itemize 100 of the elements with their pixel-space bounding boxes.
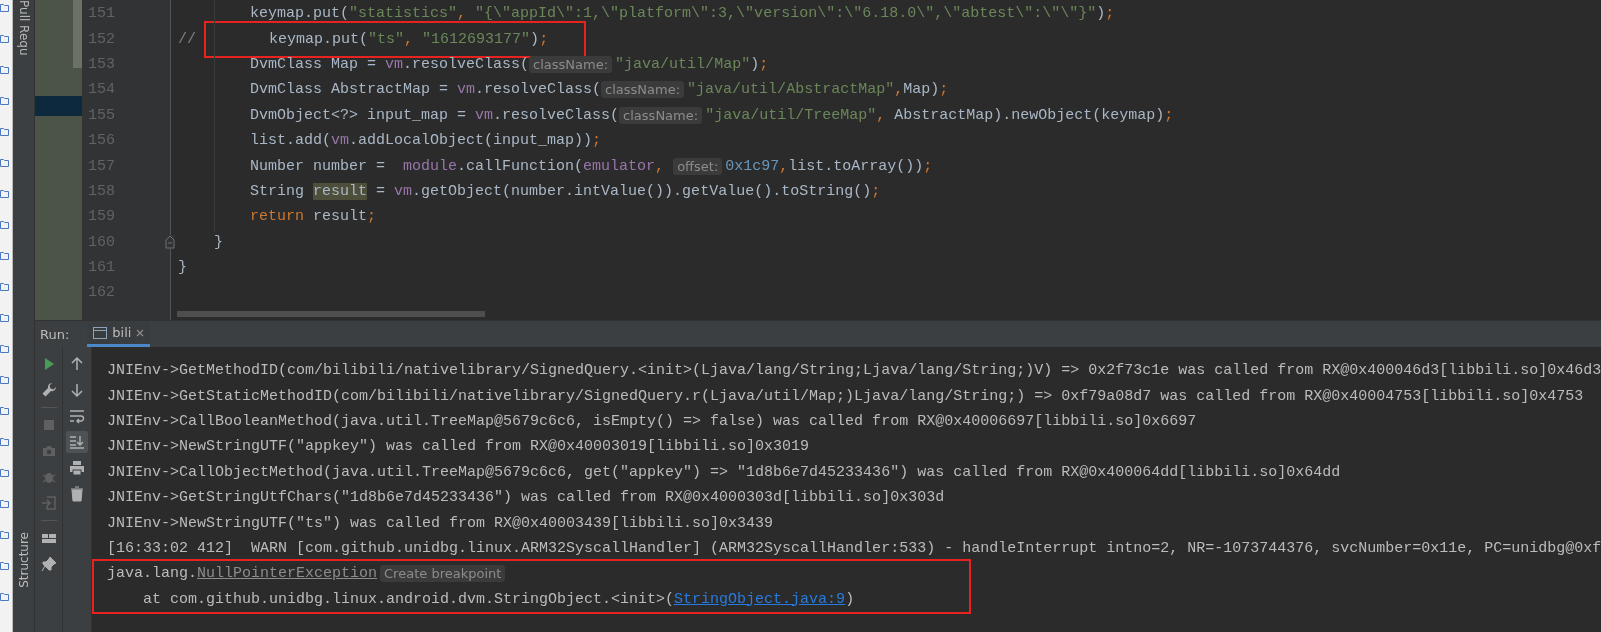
- code-text: DvmClass AbstractMap =: [249, 81, 450, 99]
- folder-icon: [0, 344, 9, 353]
- folder-icon: [0, 592, 9, 601]
- code-text: Number number =: [249, 157, 387, 175]
- code-text: .resolveClass(: [493, 106, 620, 124]
- inlay-hint: className:: [619, 106, 703, 124]
- code-text: [16:33:02 412] WARN [com.github.unidbg.linux.ARM32SyscallHandler] (ARM32SyscallHandler:533) - handleInterrupt intno=2, NR=-1073744376, svcNumber=0x11e, PC=unidbg@0xf: [107, 539, 1601, 557]
- code-text: vm: [331, 132, 350, 150]
- folder-icon: [0, 530, 9, 539]
- code-text: JNIEnv->CallBooleanMethod(java.util.TreeMap@5679c6c6, isEmpty() => false) was called from RX@0x40006697[libbili.so]0x6697: [107, 412, 1197, 430]
- folder-icon: [0, 189, 9, 198]
- string-literal: "statistics": [349, 5, 458, 23]
- inlay-hint[interactable]: Create breakpoint: [380, 565, 506, 583]
- code-text: JNIEnv->GetStaticMethodID(com/bilibili/nativelibrary/SignedQuery.r(Ljava/util/Map;)Ljava/lang/String;) => 0xf79a08d7 was called from RX@0x40004753[libbili.so]0x4753: [107, 387, 1584, 405]
- string-literal: "java/util/Map": [615, 55, 751, 73]
- highlighted-identifier: result: [313, 182, 368, 200]
- fold-marker-icon[interactable]: [165, 235, 175, 250]
- side-tab[interactable]: Pull Requ: [16, 0, 31, 60]
- folder-icon: [0, 468, 9, 477]
- folder-icon: [0, 96, 9, 105]
- folder-icon: [0, 406, 9, 415]
- toolbar-button[interactable]: [66, 431, 88, 453]
- folder-icon: [0, 158, 9, 167]
- wrap-icon: [69, 408, 85, 424]
- code-text: vm: [394, 182, 413, 200]
- code-text: ): [845, 590, 855, 608]
- code-text: list.toArray()): [788, 157, 924, 175]
- exit-icon: [40, 495, 57, 511]
- code-text: vm: [475, 106, 494, 124]
- camera-icon: [40, 443, 57, 459]
- code-text: ): [1096, 5, 1106, 23]
- code-text: ,: [457, 5, 468, 23]
- print-icon: [69, 460, 85, 476]
- code-text: DvmObject<?> input_map =: [249, 106, 468, 124]
- wrench-icon: [40, 382, 57, 398]
- folder-icon: [0, 282, 9, 291]
- pin-icon: [40, 556, 57, 572]
- string-literal: "java/util/TreeMap": [705, 106, 877, 124]
- code-text: ;: [367, 208, 377, 226]
- code-text: ;: [592, 132, 602, 150]
- folder-icon: [0, 561, 9, 570]
- code-text: Map): [903, 81, 940, 99]
- folder-icon: [0, 65, 9, 74]
- code-text: JNIEnv->CallObjectMethod(java.util.TreeMap@5679c6c6, get("appkey") => "1d8b6e7d45233436") was called from RX@0x400064dd[libbili.so]0x64dd: [107, 463, 1341, 481]
- code-text: keymap.put(: [268, 30, 369, 48]
- code-text: ,: [779, 157, 789, 175]
- code-text: result: [313, 208, 368, 226]
- code-text: JNIEnv->NewStringUTF("appkey") was called from RX@0x40003019[libbili.so]0x3019: [107, 438, 810, 456]
- inlay-hint: className:: [529, 55, 613, 73]
- console-icon: [93, 326, 108, 339]
- folder-icon: [0, 34, 9, 43]
- folder-icon: [0, 251, 9, 260]
- down-icon: [69, 382, 85, 398]
- code-text: ;: [759, 55, 769, 73]
- code-text: java.lang.: [107, 565, 197, 583]
- code-text: ,: [876, 106, 887, 124]
- code-text: ,: [655, 157, 666, 175]
- code-text: ;: [1164, 106, 1174, 124]
- scroll-to-end-icon: [69, 434, 85, 450]
- string-literal: "1612693177": [422, 30, 531, 48]
- code-text: }: [213, 233, 223, 251]
- folder-icon: [0, 127, 9, 136]
- code-text: ;: [871, 182, 881, 200]
- number-literal: 0x1c97: [725, 157, 780, 175]
- panel-title: Run:: [39, 326, 70, 342]
- exception-link[interactable]: NullPointerException: [197, 565, 378, 583]
- code-text: .callFunction(: [457, 157, 584, 175]
- code-text: DvmClass Map =: [249, 55, 378, 73]
- code-text: at com.github.unidbg.linux.android.dvm.StringObject.<init>(: [142, 590, 675, 608]
- code-text: ,: [894, 81, 904, 99]
- code-text: }: [178, 259, 187, 277]
- folder-icon: [0, 313, 9, 322]
- code-text: module: [403, 157, 458, 175]
- comment-marker: //: [178, 30, 196, 48]
- code-text: emulator: [583, 157, 656, 175]
- string-literal: "ts": [368, 30, 405, 48]
- source-link[interactable]: StringObject.java:9: [674, 590, 846, 608]
- code-text: .getObject(number.intValue()).getValue().toString(): [412, 182, 872, 200]
- scrollbar-thumb[interactable]: [73, 0, 82, 68]
- folder-icon: [0, 437, 9, 446]
- string-literal: "java/util/AbstractMap": [687, 81, 895, 99]
- close-icon[interactable]: [136, 328, 145, 337]
- code-text: ;: [923, 157, 933, 175]
- selection-stripe: [35, 96, 82, 116]
- code-text: vm: [457, 81, 476, 99]
- code-text: keymap.put(: [249, 5, 350, 23]
- string-literal: "{\"appId\":1,\"platform\":3,\"version\":\"6.18.0\",\"abtest\":\"\"}": [475, 5, 1097, 23]
- side-tab[interactable]: Structure: [16, 528, 31, 592]
- code-text: =: [375, 182, 387, 200]
- folder-icon: [0, 375, 9, 384]
- up-icon: [69, 356, 85, 372]
- code-text: list.add(: [249, 132, 332, 150]
- code-text: ,: [404, 30, 415, 48]
- inlay-hint: offset:: [673, 157, 723, 175]
- code-text: JNIEnv->GetMethodID(com/bilibili/nativelibrary/SignedQuery.<init>(Ljava/lang/String;Ljava/lang/String;)V) => 0x2f73c1e was called from RX@0x400046d3[libbili.so]0x46d3: [107, 362, 1601, 380]
- scrollbar-thumb[interactable]: [177, 311, 485, 317]
- code-text: vm: [385, 55, 404, 73]
- trash-icon: [69, 486, 85, 502]
- folder-icon: [0, 220, 9, 229]
- code-text: ;: [939, 81, 949, 99]
